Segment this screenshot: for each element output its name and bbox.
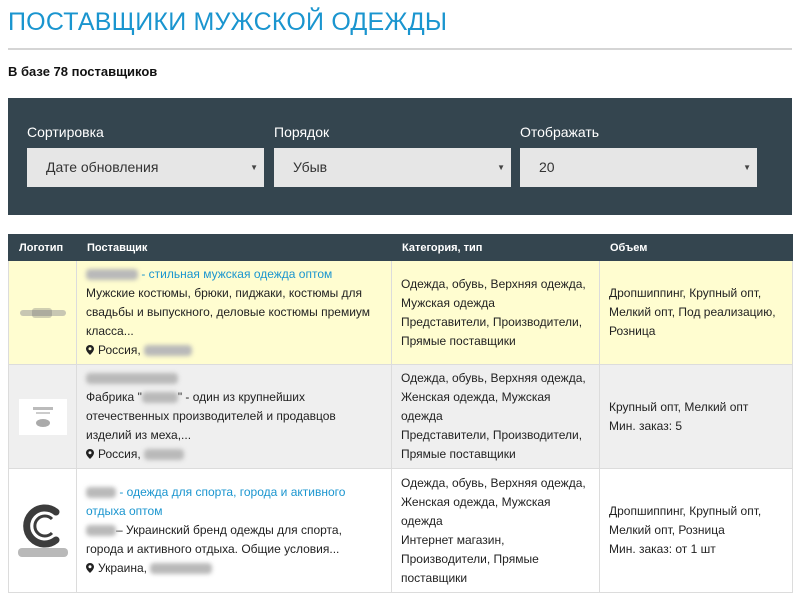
supplier-name-link[interactable]: - стильная мужская одежда оптом [86, 267, 332, 281]
redacted-name [86, 269, 138, 281]
caret-down-icon: ▼ [497, 163, 505, 172]
volume-cell: Дропшиппинг, Крупный опт, Мелкий опт, Ро… [599, 468, 793, 593]
redacted-city [150, 563, 213, 575]
table-row[interactable]: - одежда для спорта, города и активного … [8, 468, 793, 593]
table-header-row: Логотип Поставщик Категория, тип Объем [8, 234, 793, 261]
redacted-city [144, 449, 185, 461]
supplier-location: Россия, [86, 445, 382, 464]
supplier-location: Россия, [86, 341, 382, 360]
types-text: Представители, Производители, Прямые пос… [401, 314, 583, 348]
categories-text: Одежда, обувь, Верхняя одежда, Женская о… [401, 371, 586, 423]
supplier-count: В базе 78 поставщиков [8, 64, 158, 79]
caret-down-icon: ▼ [743, 163, 751, 172]
display-value: 20 [539, 159, 555, 175]
supplier-name-link[interactable] [86, 371, 178, 385]
map-pin-icon [86, 449, 94, 459]
categories-text: Одежда, обувь, Верхняя одежда, Мужская о… [401, 276, 586, 310]
min-order-text: Мин. заказ: 5 [609, 418, 683, 433]
map-pin-icon [86, 345, 94, 355]
filter-panel: Сортировка Дате обновления ▼ Порядок Убы… [8, 98, 792, 215]
supplier-cell: Фабрика " " - один из крупнейших отечеств… [76, 364, 392, 469]
caret-down-icon: ▼ [250, 163, 258, 172]
redacted-name [86, 373, 178, 385]
supplier-logo[interactable] [18, 305, 68, 321]
redacted-brand [86, 525, 116, 537]
table-row[interactable]: Фабрика " " - один из крупнейших отечеств… [8, 364, 793, 469]
supplier-description: Мужские костюмы, брюки, пиджаки, костюмы… [86, 286, 371, 338]
header-volume: Объем [599, 234, 793, 261]
volume-text: Дропшиппинг, Крупный опт, Мелкий опт, Ро… [609, 504, 762, 537]
display-label: Отображать [520, 124, 600, 140]
volume-cell: Крупный опт, Мелкий опт Мин. заказ: 5 [599, 364, 793, 469]
min-order-text: Мин. заказ: от 1 шт [609, 542, 716, 556]
sort-label: Сортировка [27, 124, 104, 140]
table-row[interactable]: - стильная мужская одежда оптом Мужские … [8, 260, 793, 365]
supplier-description: – Украинский бренд одежды для спорта, го… [86, 523, 342, 556]
volume-text: Крупный опт, Мелкий опт [609, 399, 749, 414]
types-text: Представители, Производители, Прямые пос… [401, 428, 583, 461]
order-label: Порядок [274, 124, 330, 140]
category-cell: Одежда, обувь, Верхняя одежда, Женская о… [391, 468, 600, 593]
redacted-city [144, 345, 193, 357]
supplier-location: Украина, [86, 559, 382, 578]
categories-text: Одежда, обувь, Верхняя одежда, Женская о… [401, 475, 586, 528]
display-filter: Отображать 20 ▼ [520, 124, 757, 187]
order-filter: Порядок Убыв ▼ [274, 124, 511, 187]
supplier-cell: - одежда для спорта, города и активного … [76, 468, 392, 593]
volume-text: Дропшиппинг, Крупный опт, Мелкий опт, По… [609, 286, 776, 338]
order-value: Убыв [293, 159, 328, 175]
volume-cell: Дропшиппинг, Крупный опт, Мелкий опт, По… [599, 260, 793, 365]
suppliers-table: Логотип Поставщик Категория, тип Объем -… [8, 234, 793, 593]
category-cell: Одежда, обувь, Верхняя одежда, Женская о… [391, 364, 600, 469]
supplier-logo[interactable] [16, 500, 70, 562]
header-logo: Логотип [8, 234, 77, 261]
page-title: ПОСТАВЩИКИ МУЖСКОЙ ОДЕЖДЫ [8, 8, 448, 36]
sort-filter: Сортировка Дате обновления ▼ [27, 124, 264, 187]
order-select[interactable]: Убыв ▼ [274, 148, 511, 187]
redacted-brand [141, 392, 178, 404]
types-text: Интернет магазин, Производители, Прямые … [401, 532, 539, 585]
logo-cell [8, 468, 77, 593]
supplier-cell: - стильная мужская одежда оптом Мужские … [76, 260, 392, 365]
title-divider [8, 48, 792, 50]
header-supplier: Поставщик [76, 234, 392, 261]
header-category: Категория, тип [391, 234, 600, 261]
logo-cell [8, 364, 77, 469]
supplier-name-link[interactable]: - одежда для спорта, города и активного … [86, 485, 345, 518]
logo-cell [8, 260, 77, 365]
sort-select[interactable]: Дате обновления ▼ [27, 148, 264, 187]
category-cell: Одежда, обувь, Верхняя одежда, Мужская о… [391, 260, 600, 365]
supplier-logo[interactable] [18, 398, 67, 435]
map-pin-icon [86, 563, 94, 573]
display-select[interactable]: 20 ▼ [520, 148, 757, 187]
redacted-name [86, 487, 116, 499]
sort-value: Дате обновления [46, 159, 159, 175]
supplier-description: Фабрика " " - один из крупнейших отечеств… [86, 390, 336, 442]
